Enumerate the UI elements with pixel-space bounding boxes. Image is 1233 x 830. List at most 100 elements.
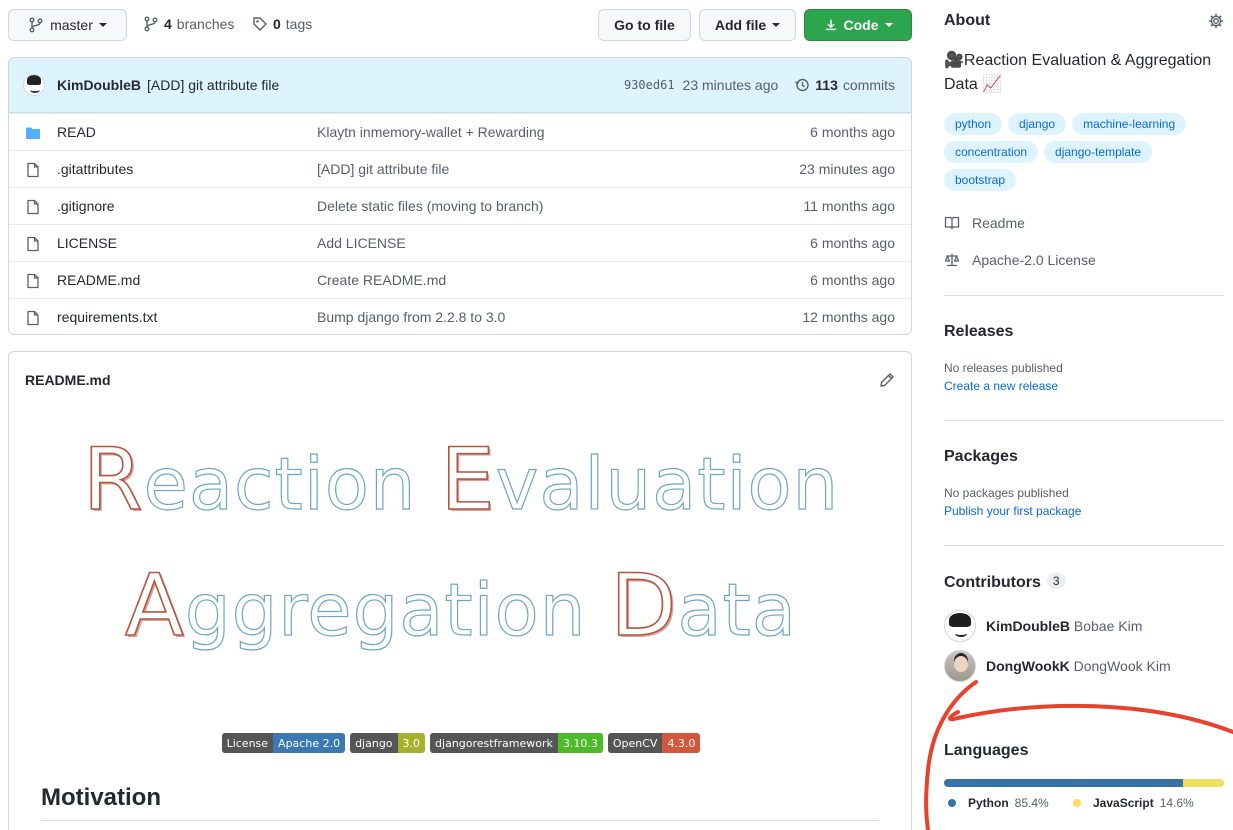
git-branch-icon	[144, 16, 158, 32]
file-browser: KimDoubleB [ADD] git attribute file 930e…	[8, 57, 912, 335]
file-commit-message[interactable]: Bump django from 2.2.8 to 3.0	[317, 309, 505, 325]
file-commit-message[interactable]: Add LICENSE	[317, 235, 406, 251]
topic-tag[interactable]: django	[1008, 113, 1067, 135]
file-commit-message[interactable]: Delete static files (moving to branch)	[317, 198, 543, 214]
commit-author[interactable]: KimDoubleB	[57, 77, 141, 93]
file-age: 6 months ago	[810, 235, 895, 251]
language-bar-segment-python	[944, 779, 1184, 787]
file-commit-message[interactable]: Create README.md	[317, 272, 446, 288]
file-commit-message[interactable]: Klaytn inmemory-wallet + Rewarding	[317, 124, 545, 140]
tags-count: 0	[273, 16, 281, 32]
commit-sha[interactable]: 930ed61	[624, 78, 675, 92]
topic-tag[interactable]: concentration	[944, 141, 1039, 163]
license-link-label: Apache-2.0 License	[972, 252, 1096, 268]
banner-text: ggregation	[184, 567, 611, 652]
avatar[interactable]	[944, 610, 976, 642]
badge-label: License	[221, 733, 274, 753]
file-commit-message[interactable]: [ADD] git attribute file	[317, 161, 449, 177]
file-name[interactable]: LICENSE	[57, 235, 117, 251]
contributors-title[interactable]: Contributors 3	[944, 573, 1066, 592]
file-age: 6 months ago	[810, 272, 895, 288]
license-badge[interactable]: License Apache 2.0	[221, 733, 346, 753]
drf-badge[interactable]: djangorestframework 3.10.3	[430, 733, 603, 753]
branch-select-button[interactable]: master	[8, 9, 127, 41]
readme-link[interactable]: Readme	[944, 215, 1025, 231]
publish-package-link[interactable]: Publish your first package	[944, 504, 1081, 518]
avatar[interactable]	[23, 74, 45, 96]
banner-text: eaction	[143, 441, 441, 526]
banner-line-2: Aggregation Data	[9, 555, 911, 657]
opencv-badge[interactable]: OpenCV 4.3.0	[607, 733, 701, 753]
topic-tag[interactable]: django-template	[1044, 141, 1153, 163]
packages-title[interactable]: Packages	[944, 448, 1018, 466]
contributor-item[interactable]: DongWookK DongWook Kim	[944, 650, 1171, 682]
code-button[interactable]: Code	[804, 9, 912, 41]
file-name[interactable]: .gitignore	[57, 198, 115, 214]
code-label: Code	[843, 17, 879, 33]
badge-label: djangorestframework	[430, 733, 558, 753]
history-icon	[795, 78, 809, 92]
language-dot	[948, 799, 956, 807]
releases-status: No releases published	[944, 361, 1063, 375]
contributor-item[interactable]: KimDoubleB Bobae Kim	[944, 610, 1142, 642]
topic-tag[interactable]: machine-learning	[1072, 113, 1187, 135]
file-icon	[27, 273, 39, 289]
about-title: About	[944, 12, 991, 29]
add-file-button[interactable]: Add file	[699, 9, 796, 41]
file-row[interactable]: LICENSE Add LICENSE 6 months ago	[9, 224, 911, 261]
badge-label: django	[350, 733, 398, 753]
languages-title: Languages	[944, 742, 1029, 759]
file-name[interactable]: .gitattributes	[57, 161, 133, 177]
file-icon	[27, 236, 39, 252]
branches-label: branches	[176, 16, 235, 32]
file-row[interactable]: READ Klaytn inmemory-wallet + Rewarding …	[9, 113, 911, 150]
gear-icon[interactable]	[1208, 13, 1224, 29]
django-badge[interactable]: django 3.0	[350, 733, 426, 753]
file-row[interactable]: .gitattributes [ADD] git attribute file …	[9, 150, 911, 187]
badge-label: OpenCV	[607, 733, 663, 753]
file-icon	[27, 310, 39, 326]
topic-tag[interactable]: python	[944, 113, 1003, 135]
banner-line-1: Reaction Evaluation	[9, 429, 911, 531]
file-name[interactable]: README.md	[57, 272, 140, 288]
badge-value: 3.10.3	[557, 733, 603, 753]
topic-tag[interactable]: bootstrap	[944, 169, 1017, 191]
banner-cap: E	[440, 429, 496, 531]
branches-link[interactable]: 4 branches	[143, 16, 234, 32]
badge-row: License Apache 2.0 django 3.0 djangorestfr…	[9, 733, 911, 753]
sidebar-divider	[944, 420, 1224, 421]
go-to-file-button[interactable]: Go to file	[598, 9, 691, 41]
badge-value: 4.3.0	[662, 733, 701, 753]
readme-heading: Motivation	[41, 784, 161, 811]
file-row[interactable]: README.md Create README.md 6 months ago	[9, 261, 911, 298]
sidebar-divider	[944, 545, 1224, 546]
releases-title[interactable]: Releases	[944, 323, 1013, 341]
commit-message[interactable]: [ADD] git attribute file	[147, 77, 279, 93]
language-item-javascript[interactable]: JavaScript 14.6%	[1073, 796, 1194, 810]
file-age: 6 months ago	[810, 124, 895, 140]
file-row[interactable]: requirements.txt Bump django from 2.2.8 …	[9, 298, 911, 334]
book-icon	[944, 216, 960, 230]
pencil-icon[interactable]	[879, 372, 895, 388]
file-name[interactable]: requirements.txt	[57, 309, 157, 325]
contributors-label: Contributors	[944, 574, 1041, 591]
file-row[interactable]: .gitignore Delete static files (moving t…	[9, 187, 911, 224]
commits-label: commits	[842, 77, 895, 93]
file-name[interactable]: READ	[57, 124, 96, 140]
tags-link[interactable]: 0 tags	[252, 16, 312, 32]
sidebar-divider	[944, 295, 1224, 296]
git-branch-icon	[29, 17, 43, 33]
commits-link[interactable]: 113 commits	[794, 77, 895, 93]
contributor-login: DongWookK	[986, 658, 1070, 674]
avatar[interactable]	[944, 650, 976, 682]
tags-label: tags	[285, 16, 313, 32]
folder-icon	[26, 127, 40, 139]
readme-title[interactable]: README.md	[25, 372, 111, 388]
language-item-python[interactable]: Python 85.4%	[948, 796, 1049, 810]
create-release-link[interactable]: Create a new release	[944, 379, 1058, 393]
heading-divider	[41, 820, 879, 821]
badge-value: Apache 2.0	[273, 733, 346, 753]
license-link[interactable]: Apache-2.0 License	[944, 252, 1096, 268]
packages-status: No packages published	[944, 486, 1069, 500]
contributor-name: Bobae Kim	[1073, 618, 1143, 634]
